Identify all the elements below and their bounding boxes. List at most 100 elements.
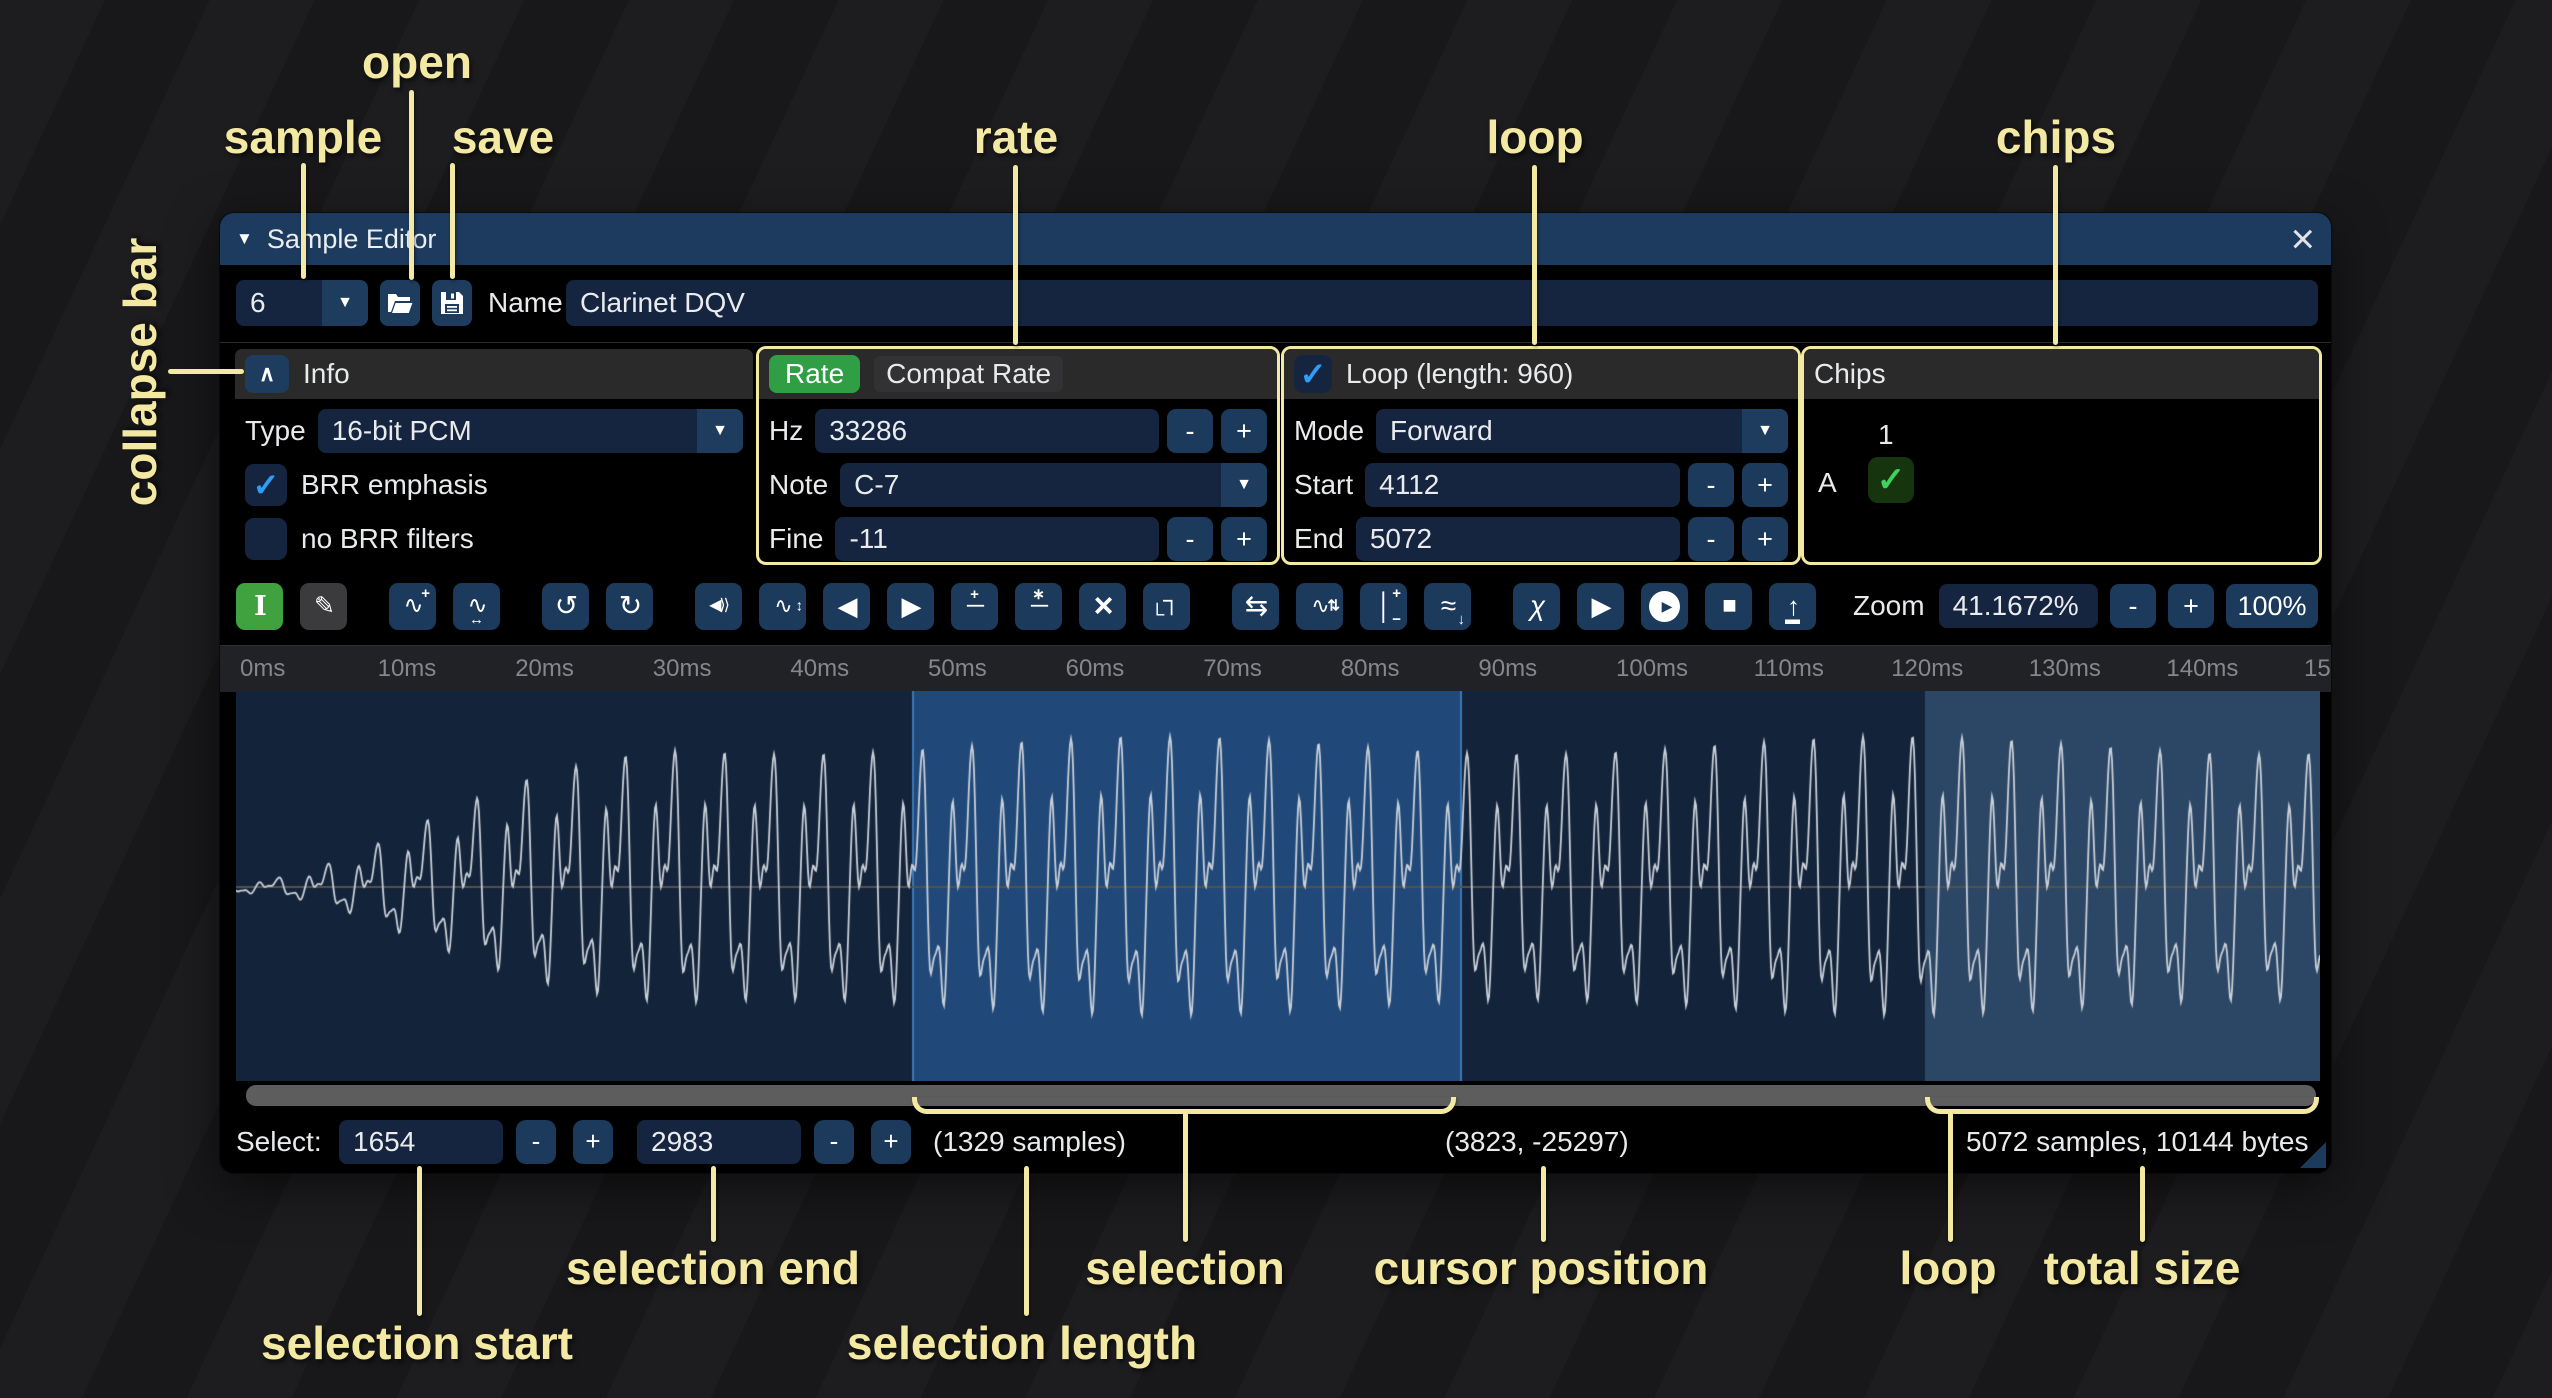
loop-start-input[interactable]: 4112 bbox=[1365, 463, 1680, 507]
select-label: Select: bbox=[236, 1126, 328, 1158]
waveform-canvas[interactable] bbox=[236, 691, 2320, 1081]
i-beam-cursor-icon: I bbox=[254, 593, 265, 620]
fine-decrease-button[interactable]: - bbox=[1167, 517, 1213, 561]
undo-button[interactable]: ↺ bbox=[542, 583, 589, 630]
selection-end-input[interactable]: 2983 bbox=[637, 1120, 801, 1164]
check-icon: ✓ bbox=[1300, 355, 1327, 393]
timeline-tick-label: 70ms bbox=[1203, 655, 1262, 683]
note-dropdown[interactable]: C-7 ▼ bbox=[840, 463, 1267, 507]
crop-icon: ┐ bbox=[1163, 589, 1178, 613]
crossfade-button[interactable]: χ bbox=[1513, 583, 1560, 630]
wave-resize-icon-overlay: + bbox=[421, 586, 430, 601]
annotation-total-size: total size bbox=[2044, 1241, 2241, 1295]
collapse-bar-button[interactable]: ∧ bbox=[245, 355, 289, 393]
x-icon: × bbox=[1094, 589, 1112, 623]
selection-end-decrease-button[interactable]: - bbox=[814, 1120, 854, 1164]
fine-increase-button[interactable]: + bbox=[1221, 517, 1267, 561]
filter-icon-overlay: ↓ bbox=[1458, 612, 1466, 627]
loop-start-increase-button[interactable]: + bbox=[1742, 463, 1788, 507]
fade-out-button[interactable]: ▶ bbox=[887, 583, 934, 630]
sign-button[interactable]: │+− bbox=[1360, 583, 1407, 630]
timeline-tick-label: 30ms bbox=[653, 655, 712, 683]
normalize-button[interactable]: ∿↕ bbox=[759, 583, 806, 630]
fade-in-button[interactable]: ◀ bbox=[823, 583, 870, 630]
selection-end-increase-button[interactable]: + bbox=[871, 1120, 911, 1164]
stop-button[interactable]: ■ bbox=[1705, 583, 1752, 630]
chevron-down-icon[interactable]: ▼ bbox=[322, 280, 368, 326]
zoom-in-button[interactable]: + bbox=[2168, 584, 2214, 628]
annotation-line-save bbox=[450, 163, 455, 279]
sample-selector[interactable]: 6 ▼ bbox=[236, 280, 368, 326]
play-circle-icon: ▶ bbox=[1662, 599, 1671, 613]
amplify-button[interactable]: ◀⟩⟩ bbox=[695, 583, 742, 630]
open-folder-icon bbox=[387, 292, 413, 314]
apply-silence-button[interactable]: ─∗ bbox=[1015, 583, 1062, 630]
resize-button[interactable]: ∿+ bbox=[389, 583, 436, 630]
titlebar[interactable]: ▼ Sample Editor × bbox=[220, 213, 2331, 265]
timeline-tick-label: 60ms bbox=[1066, 655, 1125, 683]
hz-decrease-button[interactable]: - bbox=[1167, 409, 1213, 453]
wave-resize-icon: ∿ bbox=[403, 594, 421, 618]
hz-increase-button[interactable]: + bbox=[1221, 409, 1267, 453]
reverse-button[interactable]: ⇆ bbox=[1232, 583, 1279, 630]
selection-start-input[interactable]: 1654 bbox=[339, 1120, 503, 1164]
preview-loop-button[interactable]: ▶ bbox=[1641, 583, 1688, 630]
resize-grip[interactable] bbox=[2300, 1142, 2326, 1168]
chip-enable-checkbox[interactable]: ✓ bbox=[1868, 457, 1914, 503]
resample-button[interactable]: ∿↔ bbox=[453, 583, 500, 630]
redo-button[interactable]: ↻ bbox=[606, 583, 653, 630]
selection-start-increase-button[interactable]: + bbox=[573, 1120, 613, 1164]
info-panel: ∧ Info Type 16-bit PCM ▼ ✓ BRR emphasis bbox=[232, 346, 756, 565]
loop-enable-checkbox[interactable]: ✓ bbox=[1294, 355, 1332, 393]
annotation-selection: selection bbox=[1085, 1241, 1284, 1295]
upload-button[interactable]: ↑▬ bbox=[1769, 583, 1816, 630]
edit-mode-select-button[interactable]: I bbox=[236, 583, 283, 630]
loop-end-increase-button[interactable]: + bbox=[1742, 517, 1788, 561]
save-button[interactable] bbox=[432, 280, 472, 326]
triangle-left-icon: ◀ bbox=[838, 593, 856, 619]
preview-button[interactable]: ▶ bbox=[1577, 583, 1624, 630]
zoom-out-button[interactable]: - bbox=[2110, 584, 2156, 628]
open-button[interactable] bbox=[380, 280, 420, 326]
chip-row-label: A bbox=[1818, 467, 1837, 499]
annotated-screenshot: open sample save rate loop chips collaps… bbox=[0, 0, 2552, 1398]
filter-button[interactable]: ≈↓ bbox=[1424, 583, 1471, 630]
timeline-tick-label: 130ms bbox=[2029, 655, 2101, 683]
selection-start-decrease-button[interactable]: - bbox=[516, 1120, 556, 1164]
annotation-cursor-position: cursor position bbox=[1374, 1241, 1709, 1295]
undo-icon: ↺ bbox=[555, 592, 576, 620]
annotation-line-selection-start bbox=[417, 1166, 422, 1316]
invert-button[interactable]: ∿⇅ bbox=[1296, 583, 1343, 630]
annotation-line-selection bbox=[1183, 1112, 1188, 1242]
check-icon: ✓ bbox=[1877, 460, 1906, 500]
loop-end-decrease-button[interactable]: - bbox=[1688, 517, 1734, 561]
chevron-down-icon: ▼ bbox=[1742, 409, 1788, 453]
sample-type-dropdown[interactable]: 16-bit PCM ▼ bbox=[318, 409, 743, 453]
fine-input[interactable]: -11 bbox=[835, 517, 1159, 561]
close-icon[interactable]: × bbox=[2290, 218, 2315, 260]
delete-button[interactable]: × bbox=[1079, 583, 1126, 630]
loop-panel-title: Loop (length: 960) bbox=[1346, 358, 1573, 390]
mode-label: Mode bbox=[1294, 415, 1364, 447]
zoom-reset-button[interactable]: 100% bbox=[2226, 584, 2318, 628]
zoom-input[interactable]: 41.1672% bbox=[1939, 584, 2098, 628]
cursor-position-text: (3823, -25297) bbox=[1445, 1126, 1629, 1158]
insert-silence-button[interactable]: ─+ bbox=[951, 583, 998, 630]
no-brr-filters-checkbox[interactable] bbox=[245, 518, 287, 560]
rate-badge[interactable]: Rate bbox=[769, 355, 860, 393]
annotation-line-cursor-position bbox=[1541, 1166, 1546, 1242]
loop-mode-dropdown[interactable]: Forward ▼ bbox=[1376, 409, 1788, 453]
loop-end-input[interactable]: 5072 bbox=[1356, 517, 1680, 561]
brr-emphasis-checkbox[interactable]: ✓ bbox=[245, 464, 287, 506]
trim-button[interactable]: ┐└ bbox=[1143, 583, 1190, 630]
loop-start-decrease-button[interactable]: - bbox=[1688, 463, 1734, 507]
hz-input[interactable]: 33286 bbox=[815, 409, 1159, 453]
timeline-tick-label: 80ms bbox=[1341, 655, 1400, 683]
triangle-down-icon[interactable]: ▼ bbox=[236, 229, 253, 249]
edit-mode-draw-button[interactable]: ✎ bbox=[300, 583, 347, 630]
name-value: Clarinet DQV bbox=[580, 287, 745, 319]
compat-rate-label: Compat Rate bbox=[874, 356, 1063, 392]
timeline-tick-label: 0ms bbox=[240, 655, 285, 683]
note-label: Note bbox=[769, 469, 828, 501]
info-panel-title: Info bbox=[303, 358, 350, 390]
